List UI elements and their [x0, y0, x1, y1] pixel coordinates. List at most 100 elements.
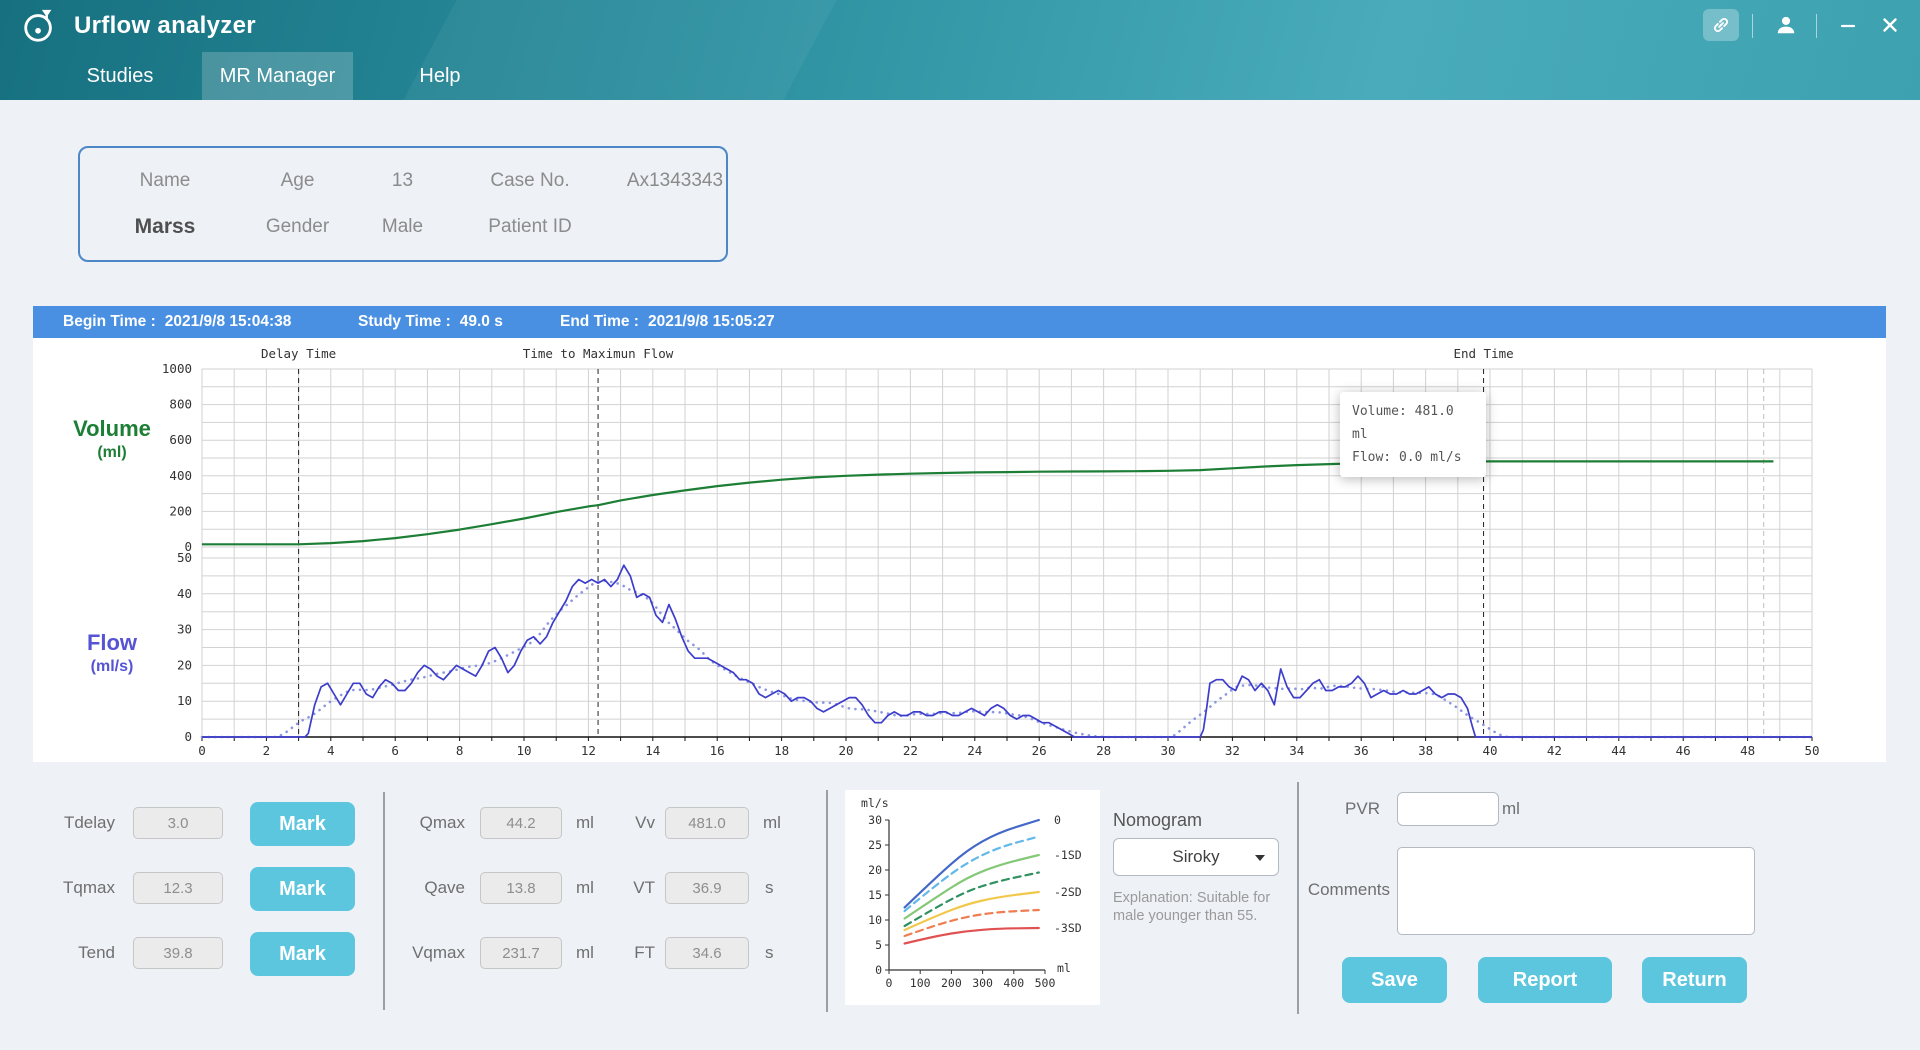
svg-text:50: 50	[177, 550, 192, 565]
pvr-unit: ml	[1502, 793, 1520, 825]
return-button[interactable]: Return	[1642, 957, 1747, 1003]
svg-text:30: 30	[868, 813, 882, 827]
tab-mr-manager[interactable]: MR Manager	[202, 52, 353, 100]
end-time: End Time :2021/9/8 15:05:27	[560, 306, 775, 338]
svg-text:ml: ml	[1057, 961, 1071, 975]
svg-text:20: 20	[868, 863, 882, 877]
qmax-input[interactable]	[480, 807, 562, 839]
svg-text:400: 400	[169, 468, 192, 483]
nomogram-select[interactable]: Siroky	[1113, 838, 1279, 876]
user-icon[interactable]	[1768, 9, 1804, 41]
svg-text:46: 46	[1676, 743, 1691, 758]
tab-help[interactable]: Help	[392, 52, 488, 100]
svg-text:50: 50	[1804, 743, 1819, 758]
ft-label: FT	[605, 937, 655, 969]
svg-text:4: 4	[327, 743, 335, 758]
svg-text:10: 10	[516, 743, 531, 758]
uroflow-chart-panel[interactable]: Volume (ml) Flow (ml/s) 0200400600800100…	[33, 338, 1886, 762]
tab-studies[interactable]: Studies	[60, 52, 180, 100]
svg-text:26: 26	[1032, 743, 1047, 758]
svg-text:16: 16	[710, 743, 725, 758]
svg-text:10: 10	[177, 693, 192, 708]
nomogram-selected-value: Siroky	[1172, 847, 1219, 866]
study-time: Study Time :49.0 s	[358, 306, 503, 338]
qmax-unit: ml	[576, 807, 594, 839]
svg-text:20: 20	[838, 743, 853, 758]
flow-volume-chart[interactable]: 0200400600800100001020304050024681012141…	[33, 338, 1886, 762]
tdelay-label: Tdelay	[30, 807, 115, 839]
main-nav: Studies MR Manager Help	[0, 52, 1920, 100]
nomogram-title: Nomogram	[1113, 810, 1202, 831]
svg-text:40: 40	[177, 586, 192, 601]
svg-text:28: 28	[1096, 743, 1111, 758]
vt-input[interactable]	[665, 872, 749, 904]
qave-label: Qave	[390, 872, 465, 904]
svg-text:0: 0	[886, 976, 893, 990]
chevron-down-icon	[1255, 855, 1265, 861]
svg-text:15: 15	[868, 888, 882, 902]
app-title: Urflow analyzer	[74, 12, 256, 40]
close-button[interactable]	[1872, 9, 1908, 41]
patient-case-label: Case No.	[450, 170, 610, 192]
tooltip-flow-line: Flow: 0.0 ml/s	[1352, 446, 1474, 469]
app-logo-icon	[20, 7, 58, 45]
tooltip-volume-line: Volume: 481.0 ml	[1352, 400, 1474, 446]
vt-label: VT	[605, 872, 655, 904]
mark-tend-button[interactable]: Mark	[250, 932, 355, 976]
vv-input[interactable]	[665, 807, 749, 839]
study-time-bar: Begin Time :2021/9/8 15:04:38 Study Time…	[33, 306, 1886, 338]
vv-label: Vv	[605, 807, 655, 839]
patient-age-value: 13	[355, 170, 450, 192]
begin-time-label: Begin Time :	[63, 313, 156, 330]
save-button[interactable]: Save	[1342, 957, 1447, 1003]
svg-text:48: 48	[1740, 743, 1755, 758]
vv-unit: ml	[763, 807, 781, 839]
patient-gender-value: Male	[355, 216, 450, 238]
ft-input[interactable]	[665, 937, 749, 969]
link-icon[interactable]	[1703, 9, 1739, 41]
section-divider	[383, 792, 385, 1010]
svg-text:End Time: End Time	[1453, 346, 1513, 361]
tdelay-input[interactable]	[133, 807, 223, 839]
svg-text:500: 500	[1035, 976, 1056, 990]
svg-text:25: 25	[868, 838, 882, 852]
tqmax-input[interactable]	[133, 872, 223, 904]
nomogram-chart: 0510152025300100200300400500ml/sml0-1SD-…	[845, 790, 1100, 1005]
report-button[interactable]: Report	[1478, 957, 1612, 1003]
svg-text:5: 5	[875, 938, 882, 952]
tend-input[interactable]	[133, 937, 223, 969]
patient-age-label: Age	[240, 170, 355, 192]
patient-info-card: Name Age 13 Case No. Ax1343343 Marss Gen…	[78, 146, 728, 262]
svg-text:30: 30	[177, 622, 192, 637]
vt-unit: s	[765, 872, 774, 904]
qmax-label: Qmax	[390, 807, 465, 839]
mark-tdelay-button[interactable]: Mark	[250, 802, 355, 846]
vqmax-input[interactable]	[480, 937, 562, 969]
svg-text:-3SD: -3SD	[1054, 921, 1082, 935]
svg-text:44: 44	[1611, 743, 1626, 758]
svg-text:12: 12	[581, 743, 596, 758]
minimize-button[interactable]	[1830, 9, 1866, 41]
svg-text:Delay Time: Delay Time	[261, 346, 336, 361]
qave-input[interactable]	[480, 872, 562, 904]
title-bar: Urflow analyzer	[0, 0, 1920, 100]
svg-text:1000: 1000	[162, 361, 192, 376]
study-time-value: 49.0 s	[460, 313, 503, 330]
svg-text:200: 200	[169, 503, 192, 518]
tend-label: Tend	[30, 937, 115, 969]
patient-name-label: Name	[90, 170, 240, 192]
pvr-label: PVR	[1300, 793, 1380, 825]
svg-text:200: 200	[941, 976, 962, 990]
vqmax-unit: ml	[576, 937, 594, 969]
vqmax-label: Vqmax	[390, 937, 465, 969]
pvr-input[interactable]	[1397, 792, 1499, 826]
comments-label: Comments	[1290, 874, 1390, 906]
svg-text:400: 400	[1003, 976, 1024, 990]
tqmax-label: Tqmax	[30, 872, 115, 904]
comments-textarea[interactable]	[1397, 847, 1755, 935]
svg-text:-1SD: -1SD	[1054, 848, 1082, 862]
svg-text:42: 42	[1547, 743, 1562, 758]
svg-text:-2SD: -2SD	[1054, 885, 1082, 899]
mark-tqmax-button[interactable]: Mark	[250, 867, 355, 911]
svg-text:32: 32	[1225, 743, 1240, 758]
